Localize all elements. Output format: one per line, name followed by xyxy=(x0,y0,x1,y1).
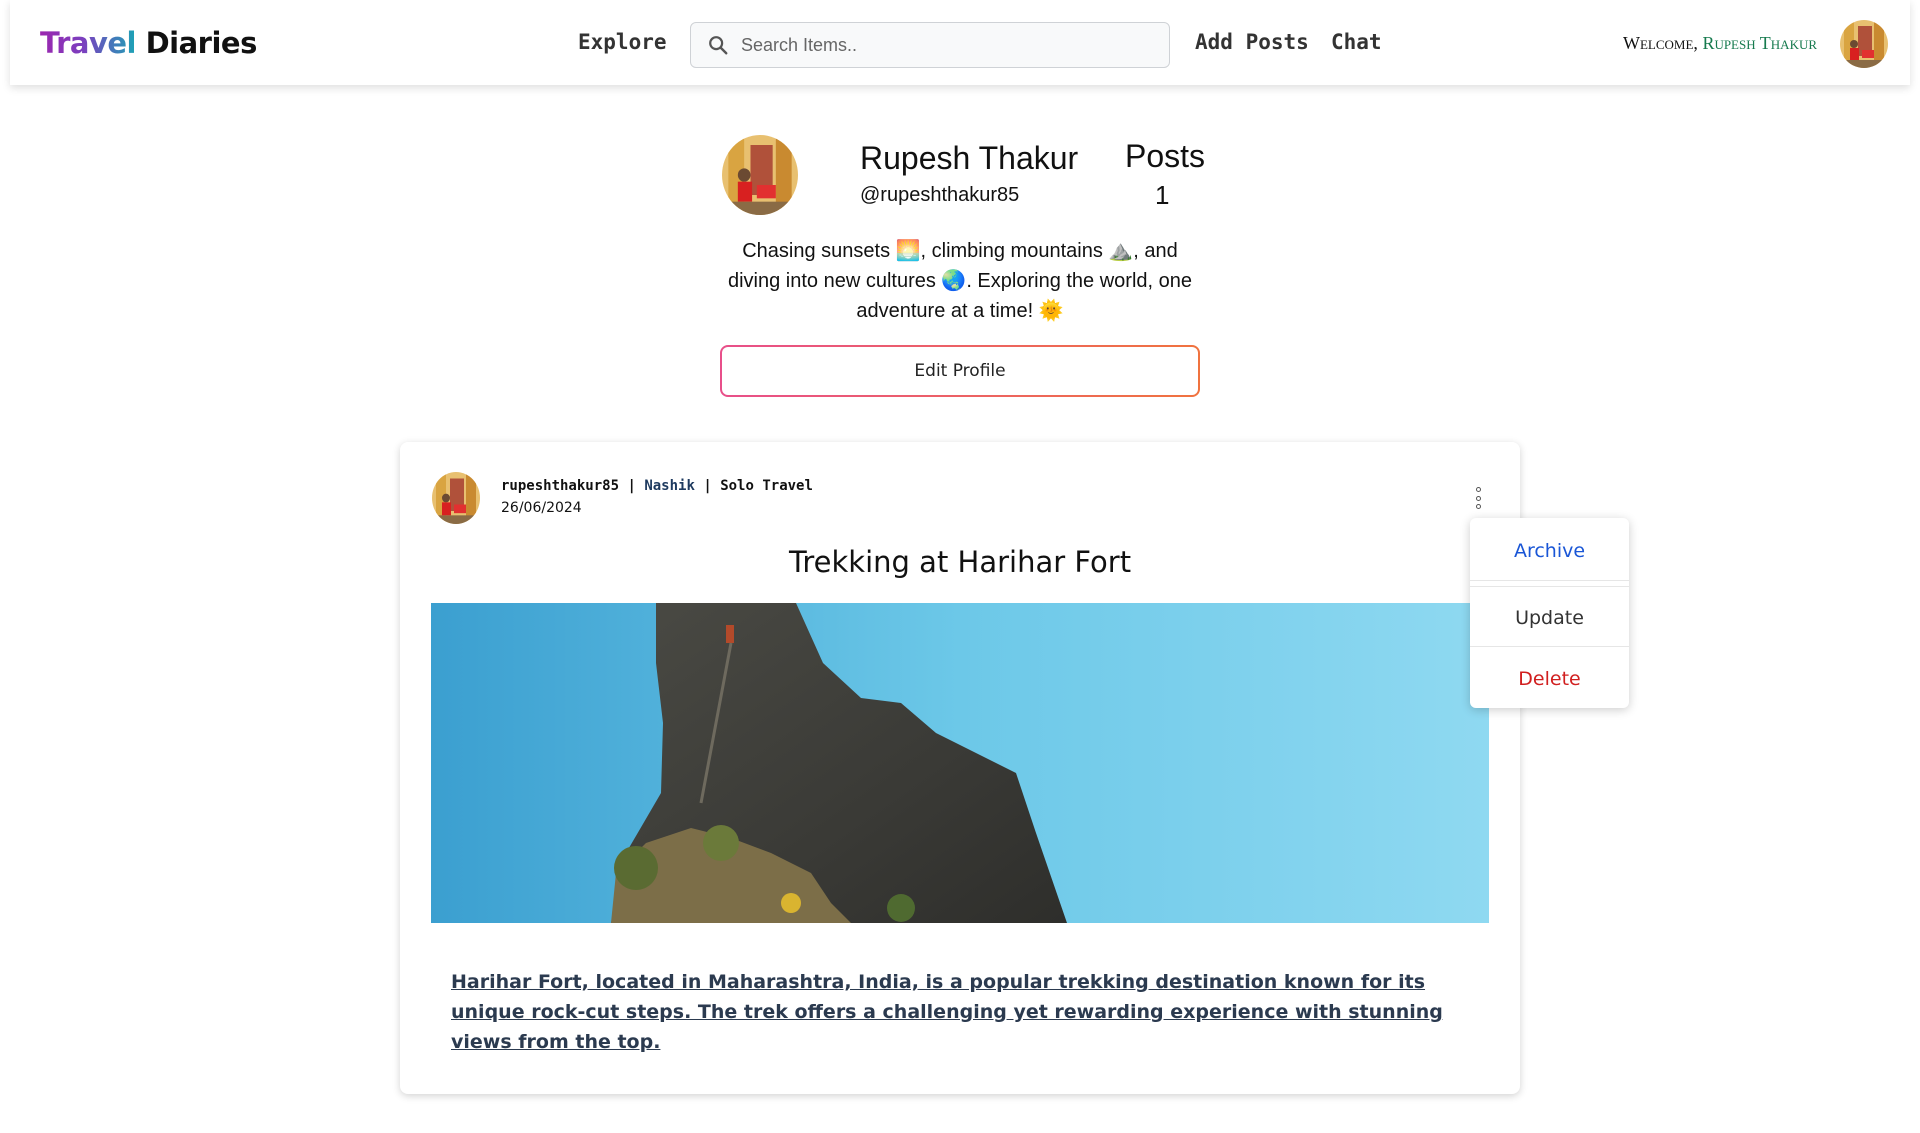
menu-divider xyxy=(1470,646,1629,647)
post-image-art xyxy=(431,603,1489,923)
welcome-prefix: Welcome, xyxy=(1623,33,1703,53)
menu-delete[interactable]: Delete xyxy=(1470,668,1629,690)
menu-divider xyxy=(1470,580,1629,581)
search-input[interactable] xyxy=(741,34,1141,56)
menu-update[interactable]: Update xyxy=(1470,607,1629,629)
app-logo[interactable]: Travel Diaries xyxy=(40,26,257,60)
profile-avatar xyxy=(722,135,798,215)
welcome-user-name: Rupesh Thakur xyxy=(1702,33,1818,53)
meta-separator: | xyxy=(619,478,645,494)
welcome-text: Welcome, Rupesh Thakur xyxy=(1623,33,1817,54)
profile-bio: Chasing sunsets 🌅, climbing mountains ⛰️… xyxy=(727,240,1193,322)
nav-explore[interactable]: Explore xyxy=(578,30,667,54)
post-avatar-image xyxy=(432,472,480,524)
posts-count: 1 xyxy=(1155,180,1170,210)
post-author-avatar[interactable] xyxy=(432,472,480,524)
post-description[interactable]: Harihar Fort, located in Maharashtra, In… xyxy=(451,967,1471,1057)
post-title: Trekking at Harihar Fort xyxy=(788,545,1132,579)
post-meta: rupeshthakur85 | Nashik | Solo Travel xyxy=(501,478,813,494)
post-options-menu: Archive Update Delete xyxy=(1470,518,1629,708)
post-location: Nashik xyxy=(644,478,695,494)
profile-handle: @rupeshthakur85 xyxy=(860,184,1020,206)
user-avatar[interactable] xyxy=(1840,20,1888,68)
post-image xyxy=(431,603,1489,923)
menu-archive[interactable]: Archive xyxy=(1470,540,1629,562)
nav-add-posts[interactable]: Add Posts xyxy=(1195,30,1309,54)
meta-separator: | xyxy=(694,478,721,494)
post-username[interactable]: rupeshthakur85 xyxy=(501,478,619,494)
menu-divider xyxy=(1470,586,1629,587)
posts-label: Posts xyxy=(1125,138,1206,174)
search-bar[interactable] xyxy=(690,22,1170,68)
more-vertical-icon[interactable] xyxy=(1473,487,1483,509)
profile-avatar-image xyxy=(722,135,798,215)
avatar-image xyxy=(1840,20,1888,68)
navbar: Travel Diaries Explore Add Posts Chat We… xyxy=(10,0,1910,85)
post-category: Solo Travel xyxy=(720,478,813,494)
logo-diaries: Diaries xyxy=(145,26,258,60)
profile-name: Rupesh Thakur xyxy=(860,140,1079,176)
post-card: rupeshthakur85 | Nashik | Solo Travel 26… xyxy=(400,442,1520,1094)
search-icon xyxy=(709,36,728,55)
edit-profile-button[interactable]: Edit Profile xyxy=(720,345,1200,397)
post-date: 26/06/2024 xyxy=(501,500,582,516)
logo-travel: Travel xyxy=(40,26,136,60)
nav-chat[interactable]: Chat xyxy=(1331,30,1382,54)
